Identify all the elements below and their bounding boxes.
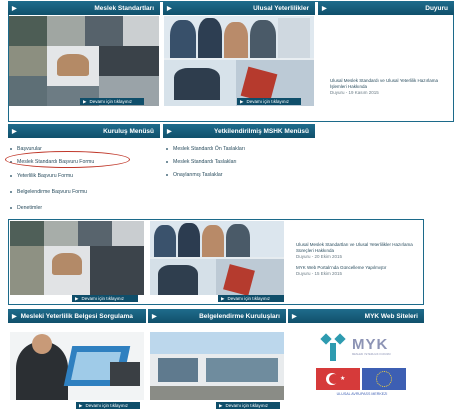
ulusal-avrupass-logo[interactable]: ★ ULUSAL AVRUPASS MERKEZİ [316,368,406,398]
news-item-1-title[interactable]: Ulusal Meslek Standartları ve Ulusal Yet… [296,242,420,254]
myk-logo-mark-icon [320,333,346,361]
arrow-right-icon: ▶ [152,313,157,320]
highlight-ellipse [5,151,130,168]
arrow-right-icon: ▶ [12,128,17,135]
yetki-menu: Meslek Standardı Ön Taslakları Meslek St… [166,142,316,182]
belgelendirme-kuruluslari-header[interactable]: ▶ Belgelendirme Kuruluşları [148,309,286,323]
menu-item-on-taslaklar[interactable]: Meslek Standardı Ön Taslakları [166,142,316,155]
header-title: Meslek Standartları [94,4,154,12]
myk-logo-text: MYK [352,336,389,353]
eu-flag-icon [362,368,406,390]
meslek-more-link[interactable]: ▶ Devamı için tıklayınız [80,98,144,105]
middle-more-link-2[interactable]: ▶ Devamı için tıklayınız [218,295,284,302]
meslek-standartlari-image[interactable] [9,16,159,106]
arrow-right-icon: ▶ [167,128,172,135]
middle-image-2[interactable] [150,221,284,295]
bullet-icon [166,160,168,163]
belge-sorgulama-image[interactable] [10,332,144,400]
menu-item-denetimler[interactable]: Denetimler [10,200,160,216]
belgelendirme-kuruluslari-image[interactable] [150,332,284,400]
bottom-more-link-2[interactable]: ▶ Devamı için tıklayınız [216,402,280,409]
menu-item-belgelendirme-basvuru-formu[interactable]: Belgelendirme Başvuru Formu [10,184,160,200]
duyuru-item-date: Duyuru - 19 Kasım 2015 [330,90,379,95]
myk-web-siteleri-header[interactable]: ▶ MYK Web Siteleri [288,309,424,323]
kurulus-menu-header: ▶ Kuruluş Menüsü [8,124,160,138]
turkish-flag-icon: ★ [316,368,360,390]
bottom-more-link-1[interactable]: ▶ Devamı için tıklayınız [76,402,140,409]
bullet-icon [10,147,12,150]
arrow-right-icon: ▶ [12,313,17,320]
menu-item-onaylanmis-taslaklar[interactable]: Onaylanmış Taslaklar [166,168,316,182]
arrow-right-icon: ▶ [240,98,244,104]
bullet-icon [166,147,168,150]
arrow-right-icon: ▶ [12,5,17,12]
menu-item-taslaklar[interactable]: Meslek Standardı Taslakları [166,155,316,168]
news-item-2-date: Duyuru - 15 Ekim 2015 [296,271,343,276]
ulusal-yeterlilikler-header[interactable]: ▶ Ulusal Yeterlilikler [163,1,315,15]
duyuru-item[interactable]: Ulusal Meslek Standardı ve Ulusal Yeterl… [330,78,448,96]
myk-logo[interactable]: MYK MESLEKİ YETERLİLİK KURUMU [316,333,406,363]
arrow-right-icon: ▶ [292,313,297,320]
arrow-right-icon: ▶ [219,402,223,408]
duyuru-header[interactable]: ▶ Duyuru [318,1,454,15]
bullet-icon [10,175,12,177]
menu-item-yeterlilik-basvuru-formu[interactable]: Yeterlilik Başvuru Formu [10,168,160,184]
arrow-right-icon: ▶ [221,295,225,301]
header-title: MYK Web Siteleri [364,312,418,320]
header-title: Yetkilendirilmiş MSHK Menüsü [214,127,309,135]
middle-image-1[interactable] [10,221,144,295]
bullet-icon [10,207,12,209]
header-title: Ulusal Yeterlilikler [253,4,309,12]
bullet-icon [166,174,168,176]
arrow-right-icon: ▶ [75,295,79,301]
arrow-right-icon: ▶ [167,5,172,12]
ulusal-avrupass-caption: ULUSAL AVRUPASS MERKEZİ [336,392,388,396]
bullet-icon [10,191,12,193]
yetki-menu-header: ▶ Yetkilendirilmiş MSHK Menüsü [163,124,315,138]
belge-sorgulama-header[interactable]: ▶ Mesleki Yeterlilik Belgesi Sorgulama [8,309,146,323]
arrow-right-icon: ▶ [322,5,327,12]
myk-logo-subtitle: MESLEKİ YETERLİLİK KURUMU [352,353,391,356]
duyuru-item-title[interactable]: Ulusal Meslek Standardı ve Ulusal Yeterl… [330,78,448,90]
header-title: Duyuru [425,4,448,12]
header-title: Kuruluş Menüsü [103,127,154,135]
header-title: Belgelendirme Kuruluşları [199,312,280,320]
ulusal-more-link[interactable]: ▶ Devamı için tıklayınız [237,98,301,105]
arrow-right-icon: ▶ [83,98,87,104]
middle-more-link-1[interactable]: ▶ Devamı için tıklayınız [72,295,138,302]
arrow-right-icon: ▶ [79,402,83,408]
middle-news-list: Ulusal Meslek Standartları ve Ulusal Yet… [296,242,420,277]
header-title: Mesleki Yeterlilik Belgesi Sorgulama [20,312,133,320]
meslek-standartlari-header[interactable]: ▶ Meslek Standartları [8,1,160,15]
ulusal-yeterlilikler-image[interactable] [164,16,314,106]
